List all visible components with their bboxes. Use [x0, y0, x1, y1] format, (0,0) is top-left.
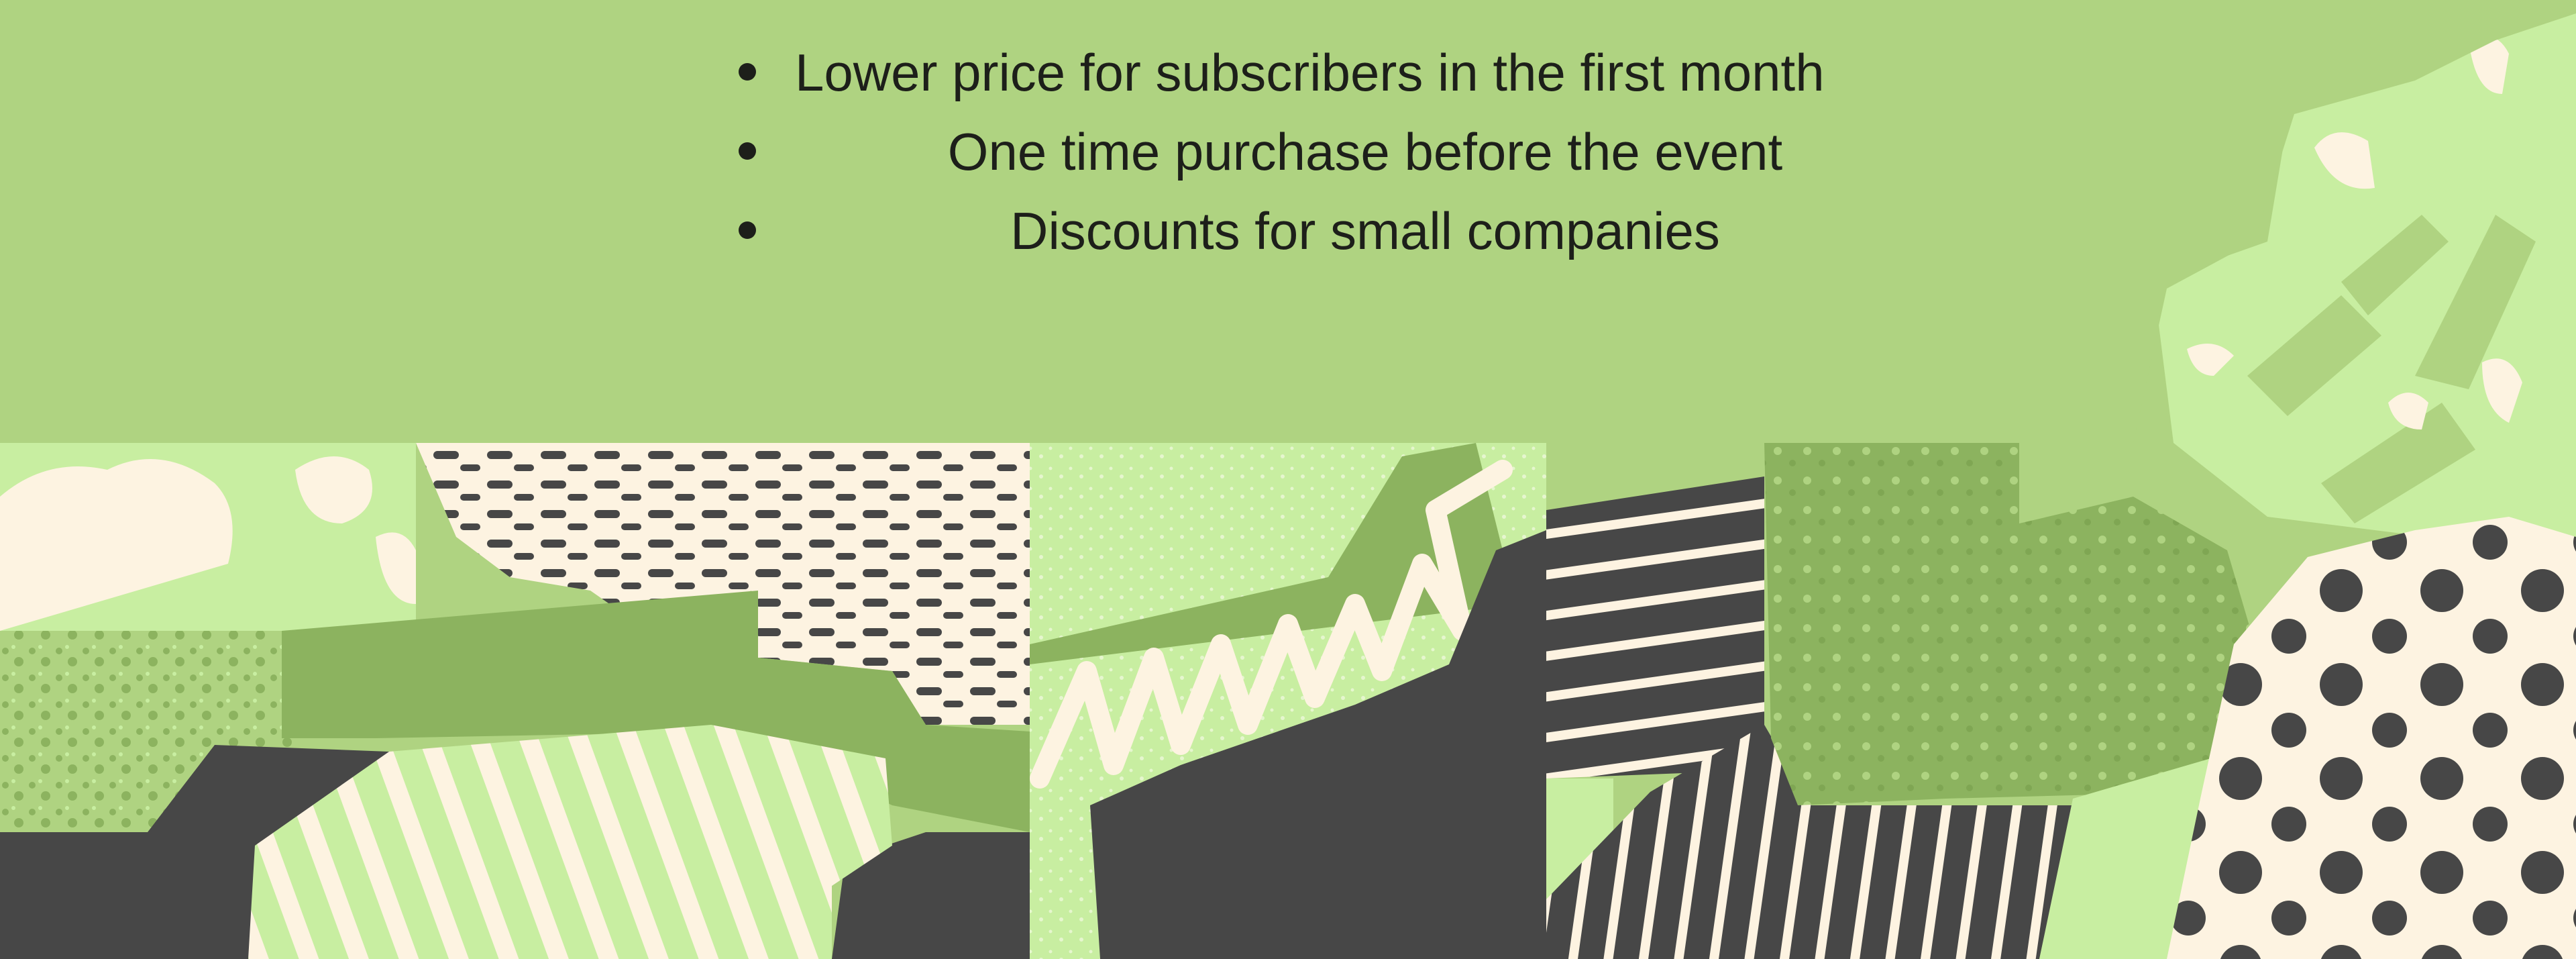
list-item: One time purchase before the event [728, 114, 1935, 193]
list-item: Discounts for small companies [728, 193, 1935, 272]
bullet-dot-icon [739, 142, 756, 160]
list-item: Lower price for subscribers in the first… [728, 35, 1935, 114]
benefits-list: Lower price for subscribers in the first… [728, 35, 1935, 272]
bullet-text: One time purchase before the event [947, 122, 1783, 181]
bullet-dot-icon [739, 63, 756, 81]
bullet-text: Lower price for subscribers in the first… [795, 43, 1825, 102]
bullet-text: Discounts for small companies [1010, 201, 1720, 260]
bullet-dot-icon [739, 221, 756, 239]
